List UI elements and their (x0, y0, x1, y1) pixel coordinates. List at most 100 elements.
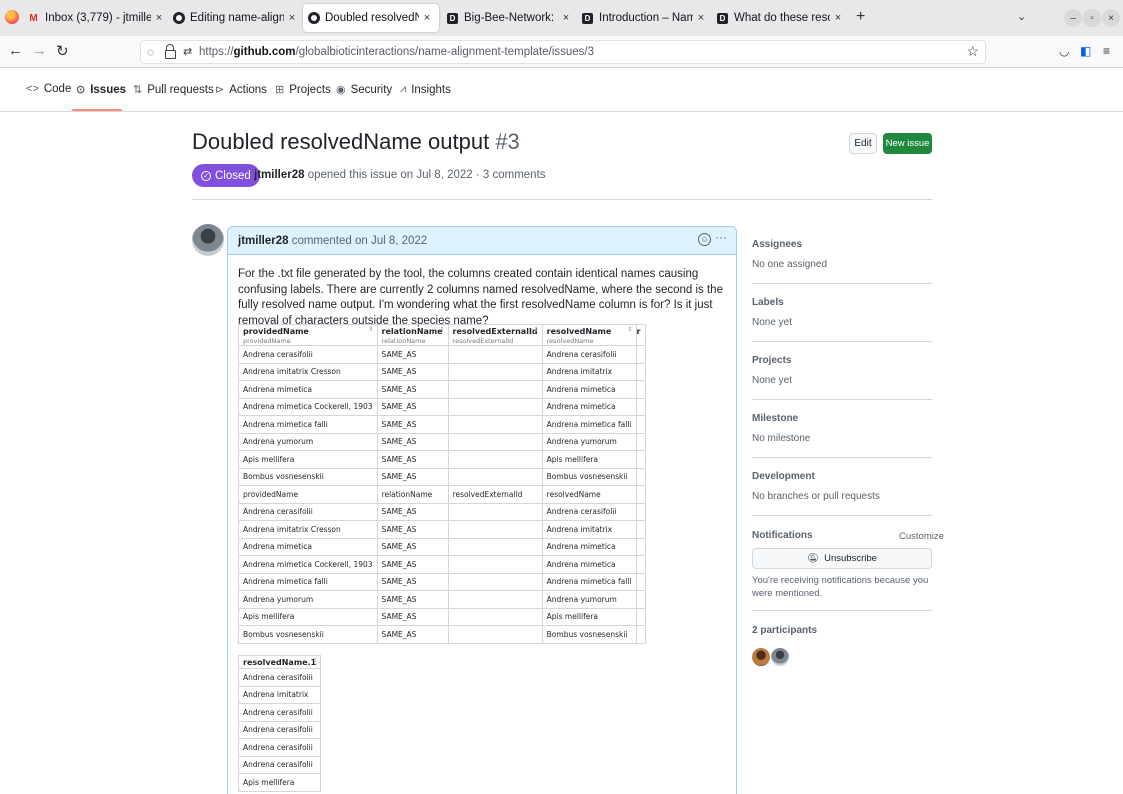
check-circle-icon: ✓ (201, 170, 211, 181)
table-cell: Andrena cerasifolii (541, 502, 637, 521)
permissions-icon[interactable]: ⇄ (183, 45, 192, 58)
customize-link[interactable]: Customize (899, 531, 944, 542)
tab-security[interactable]: ◉ Security (336, 83, 392, 97)
close-window-icon[interactable]: × (1102, 9, 1120, 27)
tab-gmail-inbox[interactable]: M Inbox (3,779) - jtmiller@u × (27, 4, 167, 32)
table-cell: relationName (376, 485, 449, 504)
tab-issues[interactable]: ⊙ Issues (76, 83, 126, 97)
divider (752, 399, 932, 400)
bookmark-star-icon[interactable]: ☆ (966, 43, 979, 60)
table-cell (447, 415, 543, 434)
sort-icon[interactable]: ⇕ (440, 326, 445, 333)
list-all-tabs-chevron-icon[interactable]: ⌄ (1017, 10, 1026, 23)
divider (752, 515, 932, 516)
table-cell: Andrena mimetica falli (541, 572, 637, 591)
tab-doubled-resolvedname[interactable]: Doubled resolvedName o × (303, 4, 439, 32)
close-tab-icon[interactable]: × (693, 12, 709, 24)
sort-icon[interactable]: ⇕ (369, 326, 374, 333)
table-row: Apis mellifera SAME_AS Apis mellifera (238, 607, 646, 626)
sidebar-heading-projects[interactable]: Projects (752, 355, 932, 366)
sidebar-assignees: Assignees No one assigned (752, 239, 932, 270)
reload-icon[interactable]: ↻ (56, 42, 69, 60)
tab-actions[interactable]: ⊳ Actions (215, 83, 267, 97)
tracking-shield-icon[interactable]: ◌ (147, 45, 154, 59)
sort-icon[interactable]: ⇕ (534, 326, 539, 333)
table-cell: Andrena cerasifolii (237, 703, 322, 722)
table-cell-overflow (635, 450, 646, 469)
avatar[interactable] (192, 224, 224, 256)
table-cell: Andrena cerasifolii (541, 345, 637, 364)
tab-insights[interactable]: ⩘ Insights (400, 83, 451, 96)
sort-icon[interactable]: ⇕ (312, 657, 317, 664)
table-cell: SAME_AS (376, 590, 449, 609)
sidebar-heading-labels[interactable]: Labels (752, 297, 932, 308)
table-cell: Andrena imitatrix (237, 685, 322, 704)
divider (752, 341, 932, 342)
edit-button[interactable]: Edit (849, 133, 877, 154)
table-cell-overflow (635, 432, 646, 451)
table-row: Andrena mimetica SAME_AS Andrena mimetica (238, 380, 646, 399)
participant-avatar[interactable] (752, 648, 770, 666)
tab-projects[interactable]: ⊞ Projects (275, 83, 331, 97)
table-cell: Bombus vosnesenskii (238, 625, 378, 644)
table-cell (447, 502, 543, 521)
table-cell (447, 397, 543, 416)
kebab-menu-icon[interactable]: ··· (715, 230, 727, 244)
table-cell: SAME_AS (376, 432, 449, 451)
close-tab-icon[interactable]: × (419, 12, 435, 24)
table-cell (447, 345, 543, 364)
table-header-row: resolvedName.1 ⇕ (237, 655, 322, 669)
table-cell (447, 555, 543, 574)
table-cell: Andrena imitatrix (541, 362, 637, 381)
close-tab-icon[interactable]: × (284, 12, 300, 24)
table-cell: Bombus vosnesenskii (238, 467, 378, 486)
browser-tab-bar: M Inbox (3,779) - jtmiller@u × Editing n… (0, 0, 1123, 36)
issue-author-link[interactable]: jtmiller28 (254, 169, 305, 181)
table-cell: Andrena mimetica Cockerell, 1903 (238, 397, 378, 416)
forward-arrow-icon[interactable]: → (32, 42, 47, 59)
lock-icon[interactable] (165, 44, 176, 59)
sidebar-heading-development[interactable]: Development (752, 471, 932, 482)
data-table: providedName ⇕ relationName ⇕ resolvedExte… (238, 324, 646, 644)
smiley-icon[interactable]: ☺ (698, 233, 711, 246)
firefox-logo-icon (5, 10, 19, 24)
unsubscribe-button[interactable]: 🔕︎ Unsubscribe (752, 548, 932, 569)
table-cell-overflow (635, 415, 646, 434)
sidebar-heading-assignees[interactable]: Assignees (752, 239, 932, 250)
comment-author-link[interactable]: jtmiller28 (238, 235, 289, 247)
table-cell: Andrena yumorum (238, 590, 378, 609)
tab-what-do-these-resolution[interactable]: D What do these resolution × (716, 4, 846, 32)
maximize-window-icon[interactable]: ▫ (1083, 9, 1101, 27)
sort-icon[interactable]: ⇕ (627, 326, 632, 333)
document-icon: D (581, 12, 594, 25)
url-text[interactable]: https://github.com/globalbioticinteracti… (199, 46, 594, 58)
tab-editing-name-alignment[interactable]: Editing name-alignment- × (172, 4, 300, 32)
back-arrow-icon[interactable]: ← (8, 42, 23, 59)
tab-code[interactable]: <> Code (26, 83, 71, 95)
table-cell: SAME_AS (376, 380, 449, 399)
table-cell: Andrena imitatrix (541, 520, 637, 539)
pocket-icon[interactable]: ◡ (1059, 44, 1069, 58)
new-issue-button[interactable]: New issue (883, 133, 932, 154)
divider (752, 610, 932, 611)
table-cell: Bombus vosnesenskii (541, 625, 637, 644)
url-bar[interactable]: ◌ ⇄ https://github.com/globalbioticinter… (140, 40, 986, 64)
new-tab-button[interactable]: + (856, 8, 865, 26)
participant-avatar[interactable] (771, 648, 789, 666)
sidebar-development: Development No branches or pull requests (752, 471, 932, 502)
extension-icon[interactable]: ◧ (1080, 44, 1091, 58)
table-cell: Andrena cerasifolii (238, 502, 378, 521)
close-tab-icon[interactable]: × (151, 12, 167, 24)
menu-hamburger-icon[interactable]: ≡ (1103, 44, 1110, 58)
minimize-window-icon[interactable]: – (1064, 9, 1082, 27)
tab-introduction-name-alignment[interactable]: D Introduction – Name Alig × (581, 4, 709, 32)
table-cell: Apis mellifera (238, 607, 378, 626)
close-tab-icon[interactable]: × (558, 12, 574, 24)
table-cell: Andrena imitatrix Cresson (238, 520, 378, 539)
close-tab-icon[interactable]: × (830, 12, 846, 24)
sidebar-heading-milestone[interactable]: Milestone (752, 413, 932, 424)
tab-pull-requests[interactable]: ⇅ Pull requests (133, 83, 214, 97)
divider (752, 457, 932, 458)
tab-big-bee-network[interactable]: D Big-Bee-Network: 18 Jan × (446, 4, 574, 32)
table-row: Andrena mimetica falli SAME_AS Andrena mim… (238, 572, 646, 591)
